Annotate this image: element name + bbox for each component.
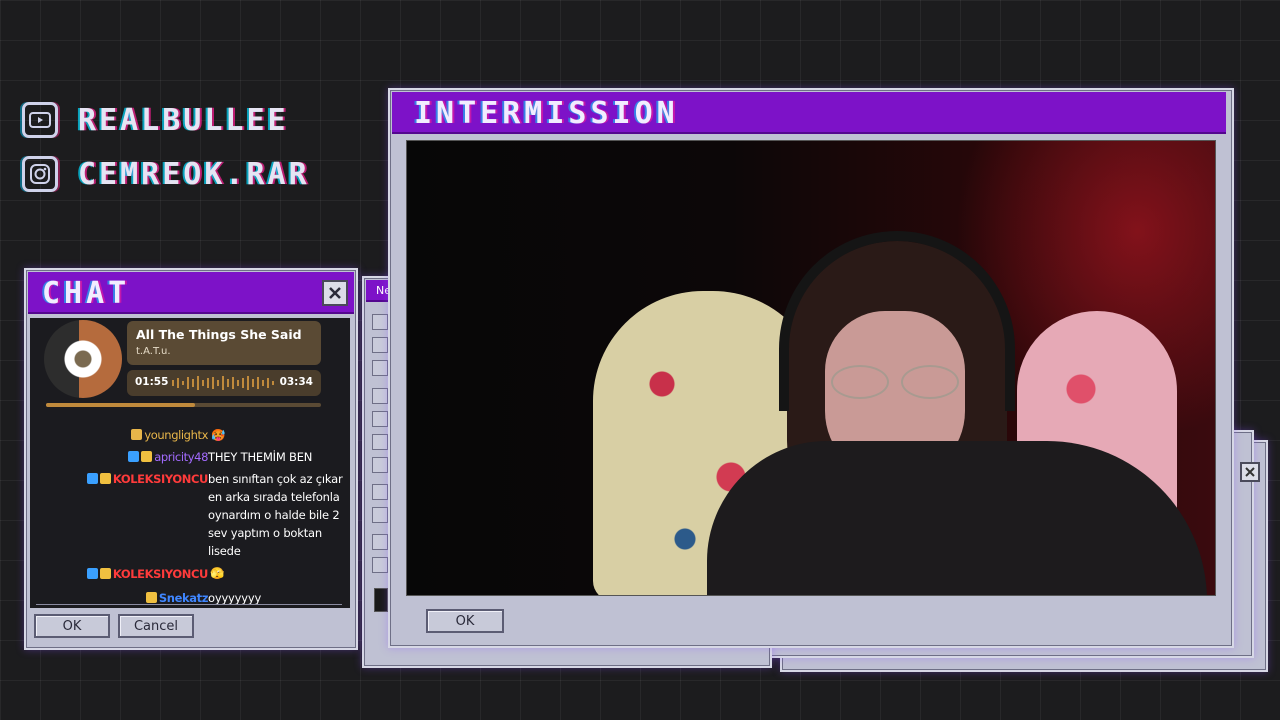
- elapsed-time: 01:55: [135, 376, 169, 388]
- chat-text: THEY THEMİM BEN: [208, 450, 313, 464]
- social-youtube[interactable]: REALBULLEE: [22, 102, 289, 138]
- paint-tool-hand[interactable]: [372, 557, 388, 573]
- instagram-handle: CEMREOK.RAR: [78, 156, 310, 192]
- badge-icon: [141, 451, 153, 462]
- intermission-titlebar: INTERMISSION: [392, 92, 1226, 134]
- youtube-icon: [22, 102, 58, 138]
- chat-username: younglightx: [131, 428, 208, 442]
- badge-icon: [99, 568, 111, 579]
- paint-tool-pen[interactable]: [372, 507, 388, 523]
- badge-icon: [145, 592, 157, 603]
- paint-tool-pencil[interactable]: [372, 388, 388, 404]
- song-artist: t.A.T.u.: [136, 346, 171, 357]
- paint-tool-fill[interactable]: [372, 457, 388, 473]
- badge-icon: [99, 473, 111, 484]
- chat-title: CHAT: [42, 276, 131, 311]
- chat-username: KOLEKSIYONCU: [86, 567, 208, 581]
- chat-username: Snekatz: [145, 591, 208, 605]
- player-controls: 01:55 03:34: [127, 370, 321, 396]
- chat-close-button[interactable]: [322, 280, 348, 306]
- webcam-feed: [406, 140, 1216, 596]
- intermission-title: INTERMISSION: [414, 96, 679, 131]
- paint-tool-text[interactable]: [372, 534, 388, 550]
- intermission-ok-button[interactable]: OK: [426, 609, 504, 633]
- paint-tool-pointer[interactable]: [372, 484, 388, 500]
- paint-tool-crop[interactable]: [372, 360, 388, 376]
- paint-tool-eraser[interactable]: [372, 434, 388, 450]
- paint-tool-lasso[interactable]: [372, 337, 388, 353]
- close-icon: [329, 287, 341, 299]
- youtube-handle: REALBULLEE: [78, 102, 289, 138]
- now-playing-card: All The Things She Said t.A.T.u.: [127, 321, 321, 365]
- instagram-icon: [22, 156, 58, 192]
- badge-icon: [131, 429, 143, 440]
- chat-text: 🫣: [210, 566, 225, 580]
- social-instagram[interactable]: CEMREOK.RAR: [22, 156, 310, 192]
- stacked-close-icon: [1240, 462, 1260, 482]
- chat-text: 🥵: [211, 428, 226, 442]
- chat-text: ben sınıftan çok az çıkar en arka sırada…: [208, 472, 343, 558]
- paint-tool-brush[interactable]: [372, 411, 388, 427]
- chat-titlebar: CHAT: [28, 272, 354, 314]
- badge-icon: [86, 473, 98, 484]
- chat-cancel-button[interactable]: Cancel: [118, 614, 194, 638]
- intermission-window: INTERMISSION OK: [388, 88, 1234, 648]
- song-title: All The Things She Said: [136, 327, 302, 342]
- album-art: [44, 320, 122, 398]
- chat-message-list: younglightx 🥵 apricity48 THEY THEMİM BEN…: [30, 428, 350, 608]
- chat-ok-button[interactable]: OK: [34, 614, 110, 638]
- paint-color-swatch[interactable]: [374, 588, 388, 612]
- chat-divider: [36, 604, 342, 605]
- badge-icon: [128, 451, 140, 462]
- song-progress-fill: [46, 403, 195, 407]
- glasses: [831, 365, 959, 399]
- badge-icon: [86, 568, 98, 579]
- paint-tool-select[interactable]: [372, 314, 388, 330]
- duration-time: 03:34: [279, 376, 313, 388]
- chat-username: apricity48: [128, 450, 208, 464]
- chat-username: KOLEKSIYONCU: [86, 472, 208, 486]
- waveform-icon: [172, 376, 274, 390]
- song-progress-track[interactable]: [46, 403, 321, 407]
